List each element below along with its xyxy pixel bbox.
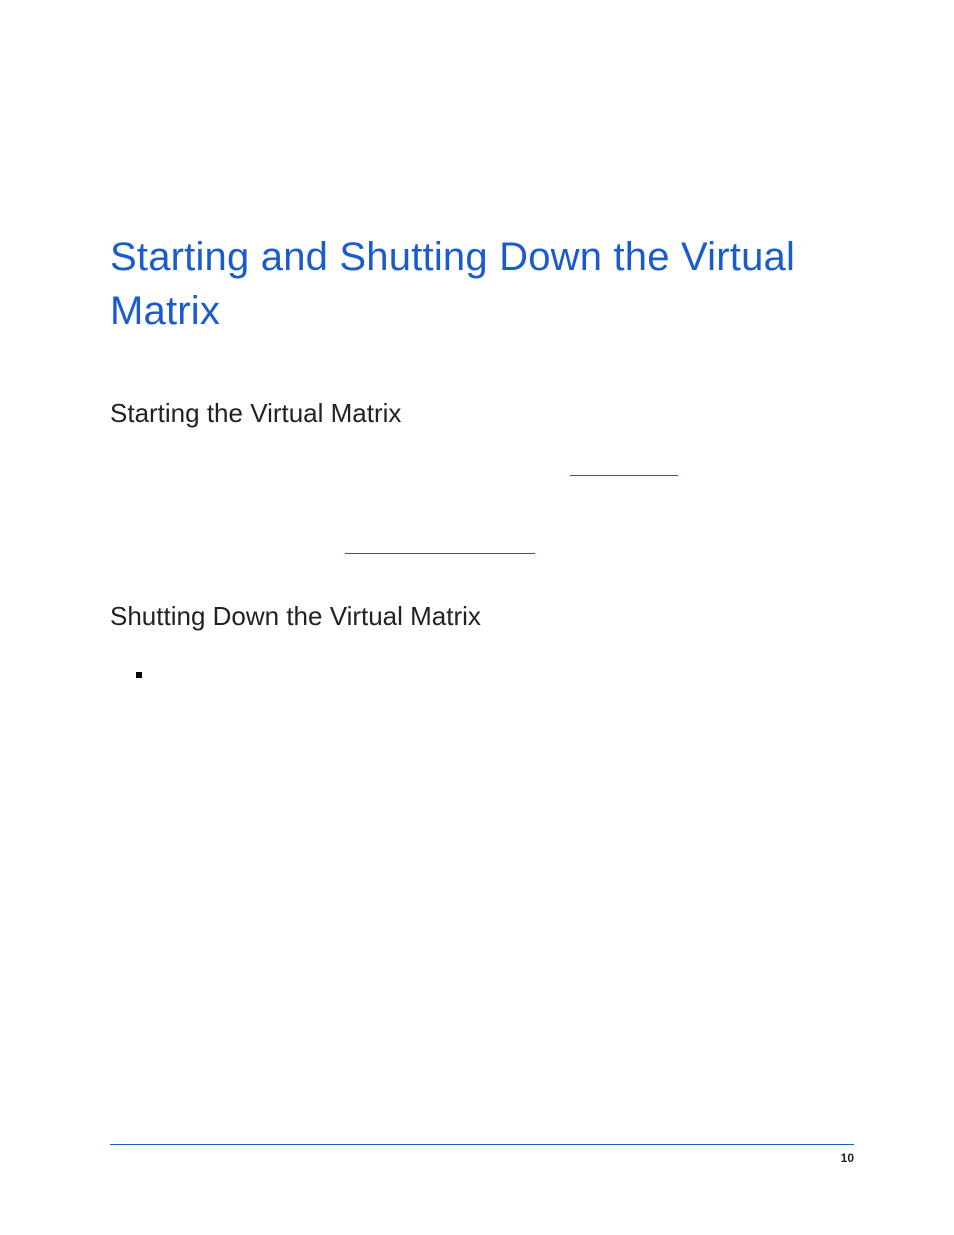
- chapter-title: Starting and Shutting Down the Virtual M…: [110, 230, 854, 338]
- section-title-shutdown: Shutting Down the Virtual Matrix: [110, 601, 854, 632]
- cross-reference-link-2[interactable]: [345, 552, 535, 554]
- paragraph-with-link-1: [110, 463, 854, 483]
- page-footer: 10: [110, 1144, 854, 1165]
- bullet-icon: [136, 672, 142, 678]
- cross-reference-link-1[interactable]: [570, 474, 678, 476]
- bullet-list-item: [136, 666, 854, 678]
- document-page: Starting and Shutting Down the Virtual M…: [0, 0, 954, 1235]
- section-title-starting: Starting the Virtual Matrix: [110, 398, 854, 429]
- page-number: 10: [841, 1151, 854, 1165]
- paragraph-with-link-2: [110, 541, 854, 561]
